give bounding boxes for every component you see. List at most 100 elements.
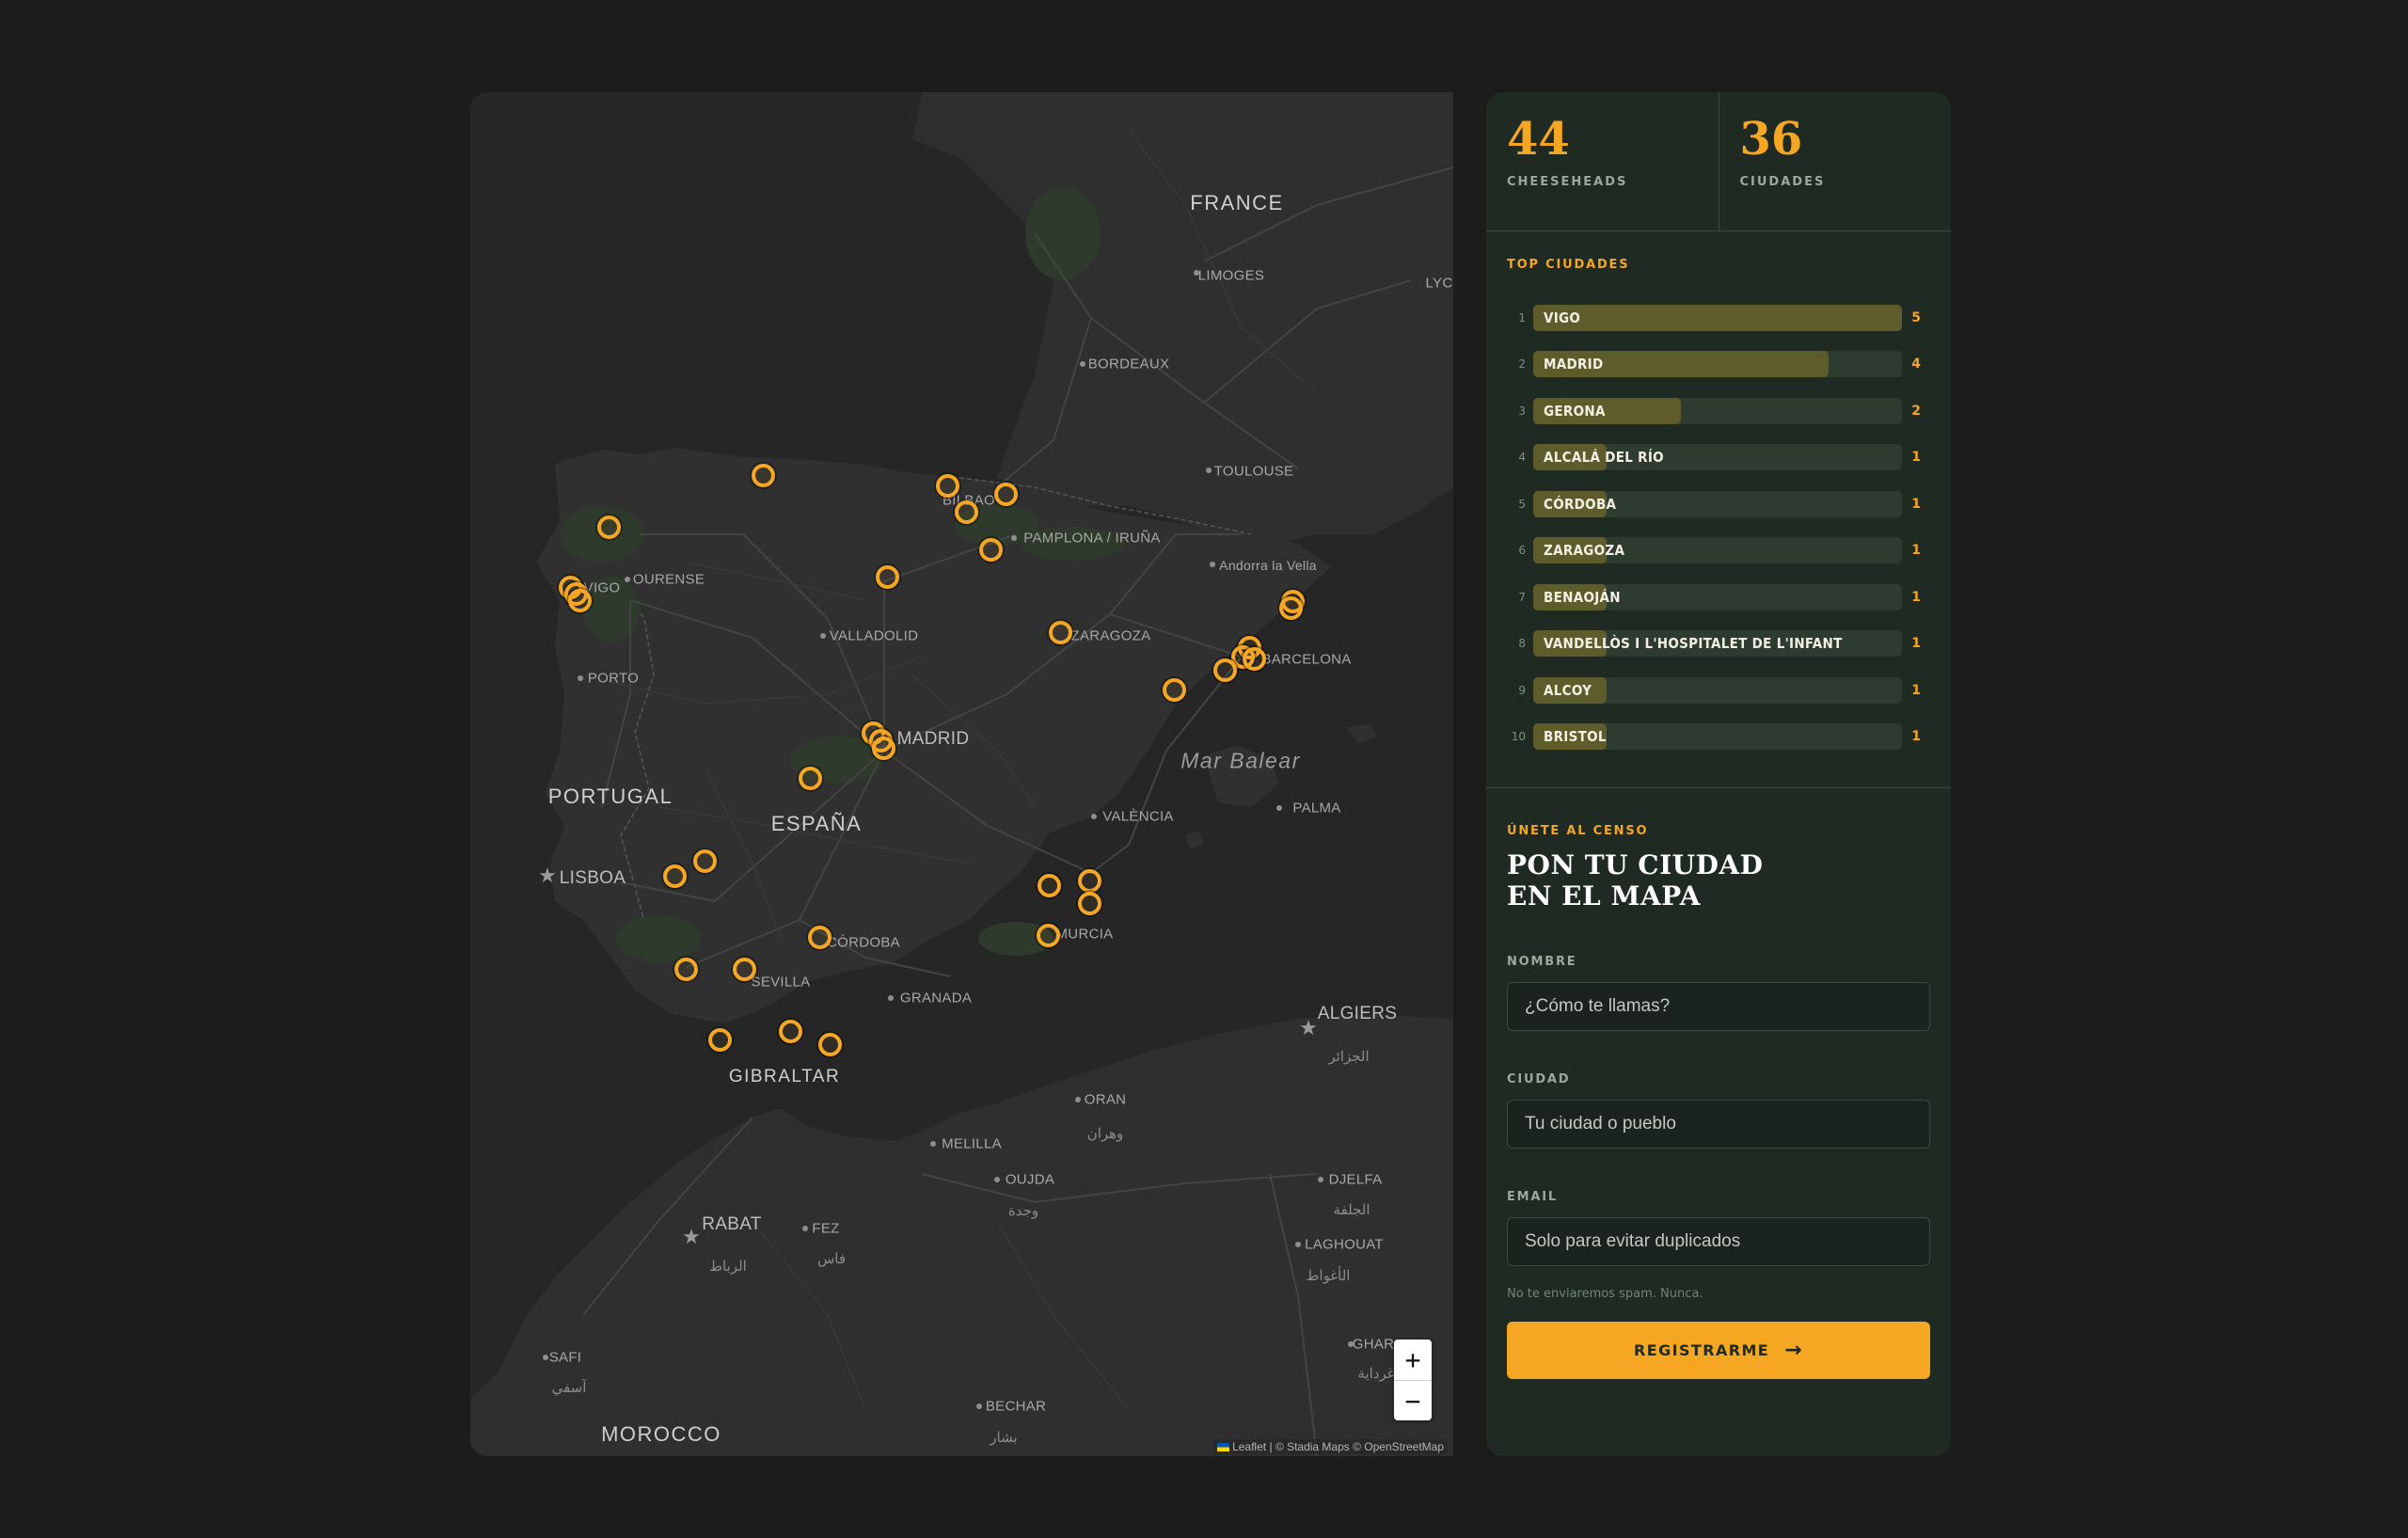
label-mar-balear: Mar Balear: [1180, 748, 1301, 773]
rank-bar: VIGO: [1533, 304, 1902, 331]
label-france: FRANCE: [1190, 191, 1284, 214]
label-madrid: MADRID: [896, 729, 970, 749]
top-cities-title: TOP CIUDADES: [1507, 258, 1630, 272]
cheesehead-marker[interactable]: [1049, 621, 1072, 644]
rank-count: 4: [1911, 357, 1921, 373]
rank-number: 2: [1518, 357, 1526, 372]
label-ghardaia-ar: غرداية: [1357, 1366, 1395, 1382]
email-input[interactable]: Solo para evitar duplicados: [1507, 1217, 1930, 1266]
rank-bar: GERONA: [1533, 397, 1902, 424]
city-dot: [1011, 535, 1017, 541]
cheesehead-marker[interactable]: [818, 1033, 842, 1056]
top-city-row: 10 BRISTOL 1: [1507, 714, 1930, 761]
cheesehead-marker[interactable]: [733, 958, 756, 981]
rank-city-name: GERONA: [1544, 402, 1606, 420]
label-safi: SAFI: [548, 1349, 582, 1366]
email-label: EMAIL: [1507, 1190, 1558, 1204]
zoom-in-button[interactable]: +: [1394, 1340, 1432, 1380]
capital-star-icon: ★: [538, 864, 557, 888]
top-city-row: 8 VANDELLÒS I L'HOSPITALET DE L'INFANT 1: [1507, 621, 1930, 668]
cheesehead-marker[interactable]: [955, 500, 978, 524]
rank-count: 1: [1911, 450, 1921, 466]
label-andorra: Andorra la Vella: [1219, 558, 1317, 573]
city-dot: [1194, 270, 1199, 276]
city-label: CIUDAD: [1507, 1072, 1571, 1086]
cheesehead-marker[interactable]: [663, 864, 687, 888]
city-input[interactable]: Tu ciudad o pueblo: [1507, 1100, 1930, 1149]
stat-label: CIUDADES: [1739, 175, 1826, 189]
cheesehead-marker[interactable]: [693, 849, 717, 873]
cheesehead-marker[interactable]: [808, 926, 832, 949]
city-dot: [802, 1226, 808, 1231]
label-oujda: OUJDA: [1005, 1171, 1055, 1188]
city-dot: [578, 675, 583, 681]
city-placeholder: Tu ciudad o pueblo: [1525, 1114, 1676, 1134]
city-dot: [1276, 805, 1282, 811]
rank-count: 1: [1911, 682, 1921, 698]
top-city-row: 9 ALCOY 1: [1507, 667, 1930, 714]
label-rabat-ar: الرباط: [709, 1259, 747, 1275]
city-dot: [625, 577, 630, 582]
cheesehead-marker[interactable]: [994, 483, 1018, 506]
map[interactable]: FRANCE ESPAÑA PORTUGAL MOROCCO GIBRALTAR…: [470, 92, 1453, 1456]
cheesehead-marker[interactable]: [1163, 678, 1186, 702]
cheesehead-marker[interactable]: [674, 958, 698, 981]
label-oran: ORAN: [1084, 1091, 1127, 1108]
rank-number: 8: [1518, 637, 1526, 651]
label-bechar-ar: بشار: [990, 1430, 1018, 1446]
rank-city-name: BENAOJÁN: [1544, 588, 1621, 606]
cheesehead-marker[interactable]: [876, 565, 899, 589]
rank-count: 1: [1911, 496, 1921, 512]
cheesehead-marker[interactable]: [779, 1020, 802, 1043]
label-toulouse: TOULOUSE: [1213, 463, 1294, 480]
cheesehead-marker[interactable]: [1078, 869, 1101, 893]
capital-star-icon: ★: [682, 1226, 701, 1249]
top-cities-section: TOP CIUDADES 1 VIGO 5 2 MADRID 4 3 GERONA 2 4 ALCA…: [1486, 231, 1951, 788]
stat-value: 44: [1507, 113, 1570, 166]
cheesehead-marker[interactable]: [979, 538, 1003, 562]
cheesehead-marker[interactable]: [597, 515, 621, 539]
cheesehead-marker[interactable]: [1213, 658, 1237, 682]
spam-hint: No te enviaremos spam. Nunca.: [1507, 1287, 1703, 1301]
map-attribution[interactable]: Leaflet | © Stadia Maps © OpenStreetMap: [1213, 1439, 1448, 1454]
zoom-control: + −: [1394, 1340, 1432, 1420]
rank-count: 1: [1911, 543, 1921, 559]
rank-number: 3: [1518, 404, 1526, 418]
rank-bar-fill: [1533, 304, 1902, 331]
attribution-text[interactable]: Leaflet | © Stadia Maps © OpenStreetMap: [1232, 1440, 1444, 1453]
rank-city-name: ZARAGOZA: [1544, 542, 1625, 560]
label-granada: GRANADA: [899, 990, 973, 1007]
rank-number: 9: [1518, 683, 1526, 697]
cheesehead-marker[interactable]: [1279, 596, 1303, 620]
rank-bar: ALCOY: [1533, 676, 1902, 704]
cheesehead-marker[interactable]: [1243, 647, 1266, 671]
cheesehead-marker[interactable]: [752, 464, 775, 487]
label-lisboa: LISBOA: [559, 868, 626, 888]
cheesehead-marker[interactable]: [1038, 874, 1061, 897]
email-placeholder: Solo para evitar duplicados: [1525, 1231, 1741, 1251]
cheesehead-marker[interactable]: [568, 589, 592, 612]
label-valencia: VALÈNCIA: [1102, 808, 1174, 825]
city-dot: [1206, 468, 1212, 473]
zoom-out-button[interactable]: −: [1394, 1380, 1432, 1421]
label-morocco: MOROCCO: [601, 1422, 721, 1446]
name-input[interactable]: ¿Cómo te llamas?: [1507, 982, 1930, 1031]
cheesehead-marker[interactable]: [708, 1028, 732, 1052]
cheesehead-marker[interactable]: [872, 737, 895, 760]
city-dot: [1075, 1097, 1081, 1102]
cheesehead-marker[interactable]: [799, 767, 822, 790]
city-dot: [1210, 562, 1215, 567]
label-rabat: RABAT: [702, 1214, 762, 1234]
cheesehead-marker[interactable]: [1078, 892, 1101, 915]
label-oujda-ar: وجدة: [1007, 1203, 1039, 1219]
city-dot: [888, 995, 894, 1001]
rank-bar: BENAOJÁN: [1533, 583, 1902, 610]
city-dot: [994, 1177, 1000, 1182]
ukraine-flag-icon: [1217, 1443, 1230, 1451]
stat-ciudades: 36 CIUDADES: [1718, 92, 1952, 230]
cheesehead-marker[interactable]: [1037, 924, 1060, 947]
cheesehead-marker[interactable]: [936, 474, 959, 498]
register-button[interactable]: REGISTRARME →: [1507, 1322, 1930, 1379]
signup-form: ÚNETE AL CENSO PON TU CIUDAD EN EL MAPA …: [1486, 788, 1951, 1379]
form-title-line: PON TU CIUDAD: [1507, 849, 1764, 880]
